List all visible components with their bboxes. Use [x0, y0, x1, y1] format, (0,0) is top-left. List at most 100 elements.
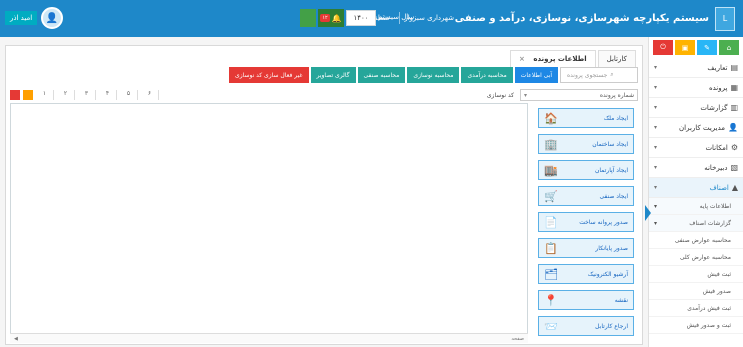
- chevron-down-icon: ▾: [654, 104, 658, 111]
- sidebar-item-users[interactable]: 👤 مدیریت کاربران ▾: [649, 118, 743, 138]
- basic-info-button[interactable]: آبی اطلاعات: [514, 67, 558, 83]
- pager-item[interactable]: ۲: [57, 90, 75, 100]
- e-archive-button[interactable]: آرشیو الکترونیک 🗂: [538, 264, 634, 284]
- user-menu[interactable]: امید اذر 👤: [0, 4, 70, 32]
- archive-icon: 🗂: [544, 267, 558, 281]
- chevron-down-icon: ▾: [654, 219, 658, 227]
- power-icon[interactable]: ⏻: [653, 40, 673, 55]
- chevron-down-icon: ▾: [654, 144, 658, 151]
- sidebar-sub-item[interactable]: ثبت فیش درآمدی: [649, 300, 743, 317]
- pager-item[interactable]: ۴: [99, 90, 117, 100]
- sidebar-item-label: اصناف: [709, 183, 729, 192]
- sidebar-sub-item[interactable]: ثبت فیش: [649, 266, 743, 283]
- status-button[interactable]: [300, 9, 316, 27]
- grid-label: کد نوسازی: [486, 91, 514, 99]
- sidebar-sub-item[interactable]: ثبت و صدور فیش: [649, 317, 743, 334]
- data-grid[interactable]: [10, 103, 528, 341]
- filter-row: شماره پرونده ▾ ۱ ۲ ۳ ۴ ۵ ۶ کد نوسازی: [10, 89, 638, 102]
- sidebar-item-guilds[interactable]: ▲ اصناف ▾: [649, 178, 743, 198]
- sidebar-sub-label: گزارشات اصناف: [689, 219, 731, 227]
- sidebar-item-reports[interactable]: ▥ گزارشات ▾: [649, 98, 743, 118]
- delete-icon[interactable]: [10, 90, 20, 100]
- settings-icon: ⚙: [730, 143, 738, 152]
- pager-item[interactable]: ۱: [36, 90, 54, 100]
- sidebar-item-definitions[interactable]: ▤ تعاریف ▾: [649, 58, 743, 78]
- action-label: ارجاع کارتابل: [595, 322, 628, 330]
- user-name[interactable]: امید اذر: [5, 11, 38, 25]
- grid-toolbar: ۱ ۲ ۳ ۴ ۵ ۶ کد نوسازی: [10, 89, 518, 101]
- sidebar-item-label: گزارشات: [700, 103, 728, 112]
- sidebar-item-label: دبیرخانه: [704, 163, 728, 172]
- sidebar-item-file[interactable]: ▦ پرونده ▾: [649, 78, 743, 98]
- sidebar-sub-item[interactable]: صدور فیش: [649, 283, 743, 300]
- sidebar-item-secretariat[interactable]: ▧ دبیرخانه ▾: [649, 158, 743, 178]
- sidebar-item-settings[interactable]: ⚙ امکانات ▾: [649, 138, 743, 158]
- revenue-calc-button[interactable]: محاسبه درآمدی: [461, 67, 513, 83]
- tab-file-info[interactable]: اطلاعات پرونده ×: [510, 50, 596, 67]
- secretariat-icon: ▧: [730, 163, 738, 172]
- close-icon[interactable]: ×: [519, 55, 525, 63]
- pager-item[interactable]: ۶: [141, 90, 159, 100]
- sidebar-sub-basic-info[interactable]: ▾ اطلاعات پایه: [649, 198, 743, 215]
- notifications-button[interactable]: ۱۲ 🔔: [318, 9, 344, 27]
- pager-item[interactable]: ۵: [120, 90, 138, 100]
- avatar[interactable]: 👤: [41, 7, 64, 29]
- action-label: آرشیو الکترونیک: [587, 270, 628, 278]
- edit-icon[interactable]: ✎: [697, 40, 717, 55]
- sidebar-sub-guild-reports[interactable]: ▾ گزارشات اصناف: [649, 215, 743, 232]
- forward-icon: 📨: [544, 319, 558, 333]
- map-button[interactable]: نقشه 📍: [538, 290, 634, 310]
- search-icon[interactable]: [23, 90, 33, 100]
- action-label: ایجاد ملک: [603, 114, 628, 122]
- sidebar: ⏻ ▣ ✎ ⌂ ▤ تعاریف ▾ ▦ پرونده ▾ ▥ گزارشات ▾ 👤 مدی…: [648, 37, 743, 347]
- sidebar-item-label: پرونده: [708, 83, 728, 92]
- definitions-icon: ▤: [730, 63, 738, 72]
- action-label: نقشه: [614, 296, 628, 304]
- chevron-down-icon: ▾: [654, 64, 658, 71]
- shop-icon: 🛒: [544, 189, 558, 203]
- tab-cartable[interactable]: کارتابل: [597, 50, 636, 67]
- action-label: صدور پایانکار: [595, 244, 628, 252]
- bell-icon: 🔔: [331, 13, 342, 23]
- renewal-calc-button[interactable]: محاسبه نوسازی: [407, 67, 460, 83]
- chevron-down-icon: ▾: [524, 91, 528, 99]
- search-icon: ⌕: [610, 71, 614, 78]
- chevron-down-icon: ▾: [654, 202, 658, 210]
- home-icon[interactable]: ⌂: [719, 40, 739, 55]
- year-input[interactable]: ۱۴۰۰: [346, 10, 376, 26]
- guild-calc-button[interactable]: محاسبه صنفی: [357, 67, 406, 83]
- chevron-down-icon: ▾: [654, 84, 658, 91]
- app-title: سیستم یکپارچه شهرسازی، نوسازی، درآمد و ص…: [454, 13, 709, 24]
- building-icon: 🏢: [544, 137, 558, 151]
- action-label: صدور پروانه ساخت: [579, 218, 628, 226]
- grid-footer: ◀ صفحه: [10, 333, 528, 343]
- issue-completion-button[interactable]: صدور پایانکار 📋: [538, 238, 634, 258]
- pager-item[interactable]: ۳: [78, 90, 96, 100]
- select-label: شماره پرونده: [599, 91, 634, 99]
- sidebar-sub-item[interactable]: محاسبه عوارض صنفی: [649, 232, 743, 249]
- sidebar-sub-item[interactable]: محاسبه عوارض کلی: [649, 249, 743, 266]
- action-label: ایجاد ساختمان: [592, 140, 628, 148]
- gallery-button[interactable]: گالری تصاویر: [310, 67, 356, 83]
- chevron-down-icon: ▾: [654, 164, 658, 171]
- issue-permit-button[interactable]: صدور پروانه ساخت 📄: [538, 212, 634, 232]
- forward-cartable-button[interactable]: ارجاع کارتابل 📨: [538, 316, 634, 336]
- chevron-down-icon: ▾: [654, 184, 658, 191]
- sidebar-item-label: امکانات: [705, 143, 728, 152]
- apartment-icon: 🏬: [544, 163, 558, 177]
- file-number-select[interactable]: شماره پرونده ▾: [520, 89, 638, 101]
- create-property-button[interactable]: ایجاد ملک 🏠: [538, 108, 634, 128]
- search-input[interactable]: ⌕ جستجوی پرونده: [560, 67, 638, 83]
- house-icon: 🏠: [544, 111, 558, 125]
- tab-file-info-label: اطلاعات پرونده: [533, 55, 587, 63]
- sidebar-item-label: تعاریف: [707, 63, 728, 72]
- brand: سیستم یکپارچه شهرسازی، نوسازی، درآمد و ص…: [443, 0, 743, 37]
- folder-icon[interactable]: ▣: [675, 40, 695, 55]
- create-apartment-button[interactable]: ایجاد آپارتمان 🏬: [538, 160, 634, 180]
- scroll-left-icon[interactable]: ◀: [14, 336, 18, 342]
- guild-icon: ▲: [731, 183, 738, 192]
- create-building-button[interactable]: ایجاد ساختمان 🏢: [538, 134, 634, 154]
- create-guild-button[interactable]: ایجاد صنفی 🛒: [538, 186, 634, 206]
- action-buttons: ایجاد ملک 🏠 ایجاد ساختمان 🏢 ایجاد آپارتمان…: [538, 108, 634, 336]
- deactivate-code-button[interactable]: غیر فعال سازی کد نوسازی: [229, 67, 309, 83]
